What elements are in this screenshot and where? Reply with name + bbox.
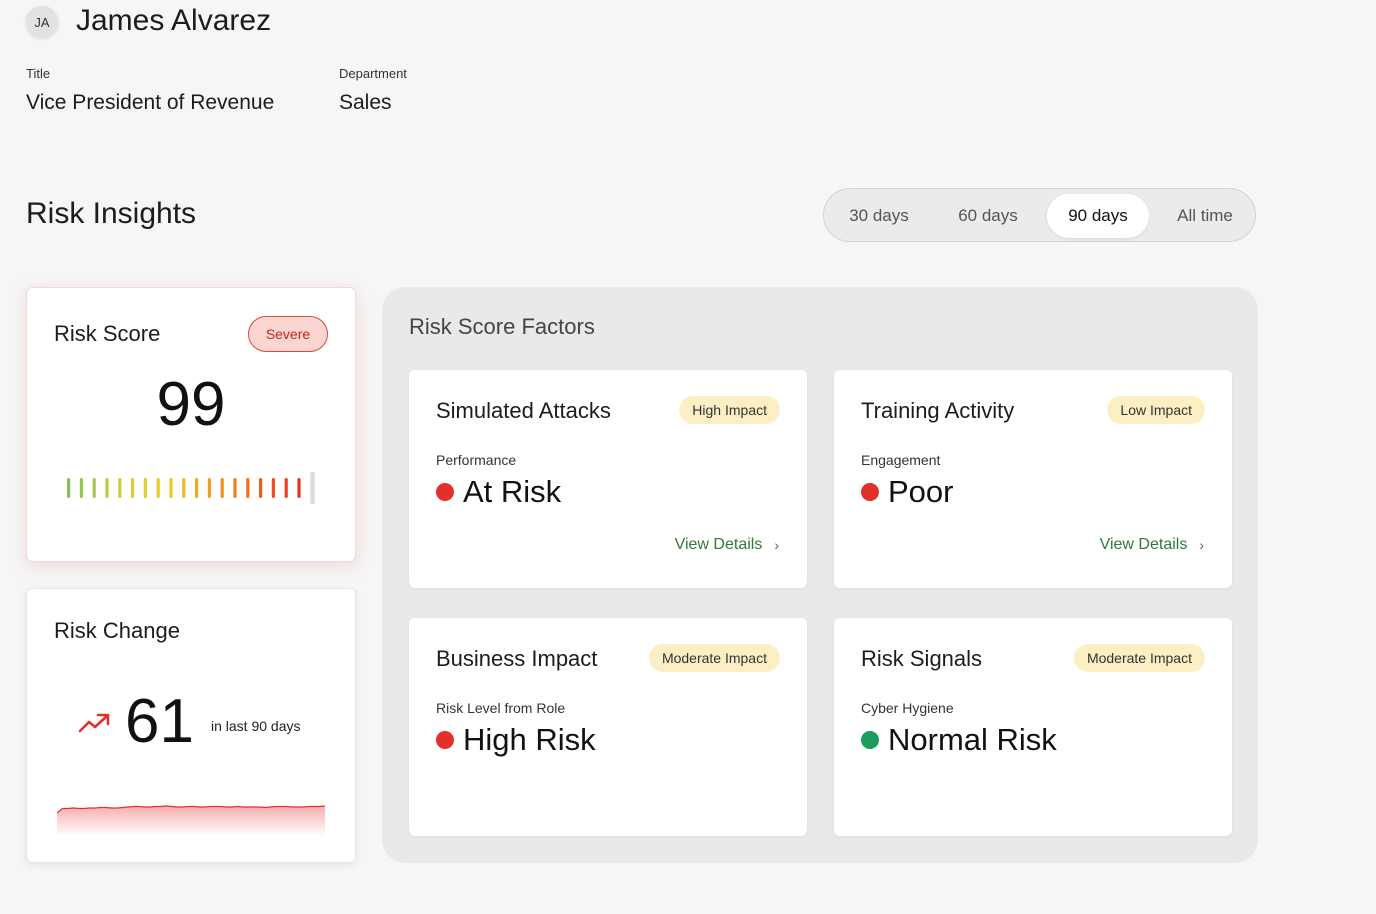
factor-title: Training Activity — [861, 398, 1015, 423]
view-details-link[interactable]: View Details › — [1100, 536, 1204, 554]
factor-title: Business Impact — [436, 646, 598, 671]
risk-gauge — [67, 472, 315, 504]
title-label: Title — [26, 66, 51, 81]
status-dot-icon — [436, 483, 454, 501]
status-text: At Risk — [463, 474, 562, 509]
department-field: Department Sales — [339, 66, 407, 115]
risk-score-card: Risk Score Severe 99 — [26, 287, 356, 562]
gauge-tick — [259, 478, 263, 498]
gauge-tick — [131, 478, 135, 498]
user-name: James Alvarez — [76, 4, 272, 37]
gauge-tick — [207, 478, 211, 498]
status-dot-icon — [436, 731, 454, 749]
risk-change-title: Risk Change — [54, 618, 180, 643]
impact-badge: Moderate Impact — [1073, 644, 1205, 672]
chevron-right-icon: › — [1199, 537, 1204, 553]
impact-badge: Low Impact — [1107, 396, 1205, 424]
status-text: Normal Risk — [888, 722, 1057, 757]
severity-badge: Severe — [248, 316, 328, 352]
status-dot-icon — [861, 731, 879, 749]
view-details-link[interactable]: View Details › — [675, 536, 779, 554]
trending-up-icon — [78, 713, 110, 733]
gauge-tick — [156, 478, 160, 498]
employee-risk-page: JA James Alvarez Title Vice President of… — [0, 0, 1376, 914]
gauge-tick — [195, 478, 199, 498]
gauge-tick — [169, 478, 173, 498]
risk-change-card: Risk Change 61 in last 90 days — [26, 588, 356, 863]
view-details-label: View Details — [674, 536, 763, 553]
sparkline-area — [57, 806, 325, 835]
impact-badge: High Impact — [679, 396, 780, 424]
avatar: JA — [26, 6, 58, 38]
risk-score-value: 99 — [156, 370, 226, 439]
time-range-selector: 30 days 60 days 90 days All time — [823, 188, 1256, 242]
gauge-tick — [79, 478, 83, 498]
gauge-tick — [310, 472, 315, 504]
gauge-tick — [297, 478, 301, 498]
metric-label: Engagement — [861, 452, 941, 468]
factor-title: Risk Signals — [861, 646, 983, 671]
gauge-tick — [143, 478, 147, 498]
impact-badge: Moderate Impact — [648, 644, 780, 672]
risk-score-title: Risk Score — [54, 321, 161, 346]
factor-card-risk-signals: Risk Signals Moderate Impact Cyber Hygie… — [834, 618, 1232, 836]
metric-label: Performance — [436, 452, 517, 468]
factor-card-training-activity: Training Activity Low Impact Engagement … — [834, 370, 1232, 588]
gauge-tick — [118, 478, 122, 498]
risk-factors-title: Risk Score Factors — [409, 314, 595, 339]
risk-change-period: in last 90 days — [211, 718, 301, 734]
gauge-tick — [105, 478, 109, 498]
gauge-tick — [182, 478, 186, 498]
status-dot-icon — [861, 483, 879, 501]
gauge-tick — [246, 478, 250, 498]
metric-label: Cyber Hygiene — [861, 700, 954, 716]
gauge-tick — [92, 478, 96, 498]
range-option-30-days[interactable]: 30 days — [834, 194, 924, 238]
title-value: Vice President of Revenue — [26, 91, 275, 114]
range-option-90-days[interactable]: 90 days — [1047, 194, 1149, 238]
metric-label: Risk Level from Role — [436, 700, 566, 716]
factor-title: Simulated Attacks — [436, 398, 611, 423]
range-option-all-time[interactable]: All time — [1162, 194, 1248, 238]
factor-card-business-impact: Business Impact Moderate Impact Risk Lev… — [409, 618, 807, 836]
gauge-tick — [271, 478, 275, 498]
gauge-tick — [220, 478, 224, 498]
view-details-label: View Details — [1099, 536, 1188, 553]
risk-factors-panel: Risk Score Factors Simulated Attacks Hig… — [382, 287, 1258, 863]
gauge-tick — [284, 478, 288, 498]
gauge-tick — [67, 478, 71, 498]
status-text: High Risk — [463, 722, 596, 757]
status-text: Poor — [888, 474, 954, 509]
range-option-60-days[interactable]: 60 days — [943, 194, 1033, 238]
risk-change-sparkline — [57, 805, 325, 835]
status-row: High Risk — [436, 720, 596, 760]
factor-card-simulated-attacks: Simulated Attacks High Impact Performanc… — [409, 370, 807, 588]
status-row: At Risk — [436, 472, 561, 512]
status-row: Poor — [861, 472, 953, 512]
gauge-tick — [233, 478, 237, 498]
status-row: Normal Risk — [861, 720, 1057, 760]
chevron-right-icon: › — [774, 537, 779, 553]
section-title: Risk Insights — [26, 197, 197, 230]
title-field: Title Vice President of Revenue — [26, 66, 274, 115]
department-value: Sales — [339, 91, 392, 114]
department-label: Department — [339, 66, 407, 81]
risk-change-value: 61 — [125, 687, 194, 756]
